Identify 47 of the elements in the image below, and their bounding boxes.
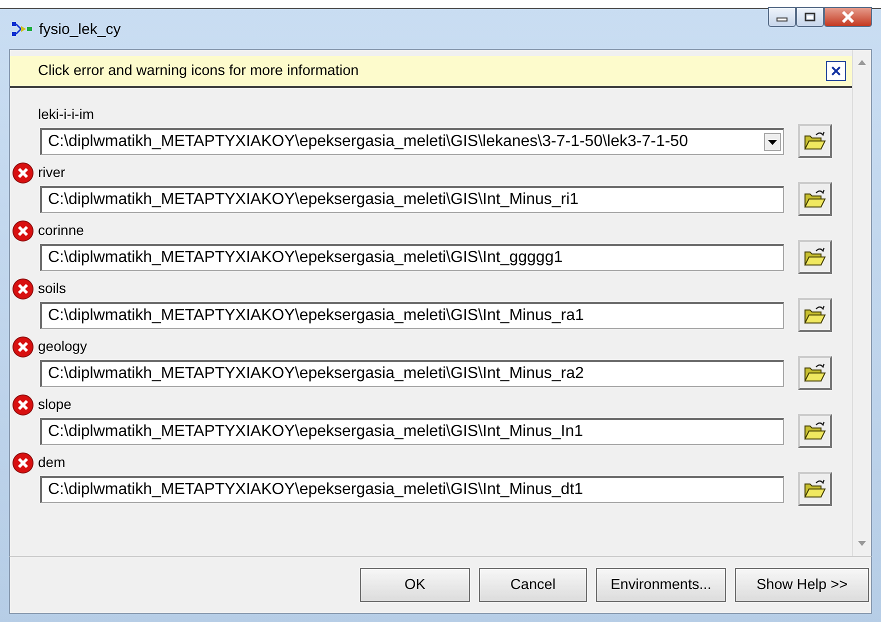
error-icon[interactable] — [12, 394, 34, 416]
parameter-label: soils — [38, 280, 66, 296]
browse-button[interactable] — [798, 240, 832, 274]
parameter-label: leki-i-i-im — [38, 106, 94, 122]
folder-icon — [804, 131, 826, 151]
path-field[interactable]: C:\diplwmatikh_METAPTYXIAKOY\epeksergasia_meleti\GIS\Int_Minus_ra2 — [40, 360, 784, 386]
model-icon — [11, 20, 33, 38]
path-field[interactable]: C:\diplwmatikh_METAPTYXIAKOY\epeksergasia_meleti\GIS\Int_Minus_dt1 — [40, 476, 784, 502]
folder-icon — [804, 479, 826, 499]
close-icon — [841, 11, 855, 23]
close-info-button[interactable]: × — [826, 61, 846, 81]
browse-button[interactable] — [798, 356, 832, 390]
error-icon[interactable] — [12, 162, 34, 184]
parameter-label: corinne — [38, 222, 84, 238]
maximize-icon — [804, 12, 816, 22]
parameter-label: slope — [38, 396, 72, 412]
path-field[interactable]: C:\diplwmatikh_METAPTYXIAKOY\epeksergasia_meleti\GIS\Int_Minus_ri1 — [40, 186, 784, 212]
browse-button[interactable] — [798, 182, 832, 216]
error-icon[interactable] — [12, 278, 34, 300]
parameter-label: geology — [38, 338, 88, 354]
error-icon[interactable] — [12, 220, 34, 242]
path-dropdown[interactable]: C:\diplwmatikh_METAPTYXIAKOY\epeksergasia_meleti\GIS\lekanes\3-7-1-50\lek3-7-1-50 — [40, 128, 784, 154]
close-button[interactable] — [824, 7, 872, 27]
minimize-button[interactable] — [768, 7, 796, 27]
dialog-button[interactable]: Cancel — [479, 568, 587, 602]
browse-button[interactable] — [798, 124, 832, 158]
path-field[interactable]: C:\diplwmatikh_METAPTYXIAKOY\epeksergasia_meleti\GIS\Int_Minus_ra1 — [40, 302, 784, 328]
info-message: Click error and warning icons for more information — [38, 63, 359, 79]
error-icon[interactable] — [12, 336, 34, 358]
error-icon[interactable] — [12, 452, 34, 474]
path-field[interactable]: C:\diplwmatikh_METAPTYXIAKOY\epeksergasia_meleti\GIS\Int_ggggg1 — [40, 244, 784, 270]
folder-icon — [804, 247, 826, 267]
folder-icon — [804, 189, 826, 209]
parameter-label: dem — [38, 454, 66, 470]
folder-icon — [804, 363, 826, 383]
maximize-button[interactable] — [796, 7, 824, 27]
parameter-label: river — [38, 164, 66, 180]
dialog-button[interactable]: Environments... — [596, 568, 726, 602]
path-field[interactable]: C:\diplwmatikh_METAPTYXIAKOY\epeksergasia_meleti\GIS\Int_Minus_In1 — [40, 418, 784, 444]
window-title: fysio_lek_cy — [39, 20, 121, 38]
folder-icon — [804, 305, 826, 325]
browse-button[interactable] — [798, 298, 832, 332]
dialog-button[interactable]: OK — [360, 568, 470, 602]
browse-button[interactable] — [798, 472, 832, 506]
browse-button[interactable] — [798, 414, 832, 448]
folder-icon — [804, 421, 826, 441]
dialog-button[interactable]: Show Help >> — [735, 568, 869, 602]
